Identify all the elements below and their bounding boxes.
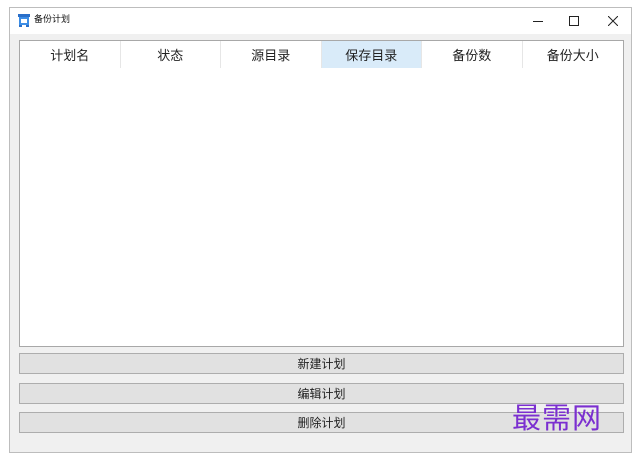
maximize-icon [569,16,579,26]
table-header-row: 计划名 状态 源目录 保存目录 备份数 备份大小 [20,41,623,68]
column-header-source-dir[interactable]: 源目录 [221,41,322,68]
table-body[interactable] [20,68,623,346]
new-plan-button[interactable]: 新建计划 [19,353,624,374]
title-bar[interactable]: 备份计划 [10,8,631,34]
close-icon [608,16,618,26]
window-title: 备份计划 [34,15,71,25]
column-header-save-dir[interactable]: 保存目录 [321,41,422,68]
app-window-icon [18,14,30,27]
close-button[interactable] [593,8,633,34]
maximize-button[interactable] [554,8,594,34]
column-header-backup-size[interactable]: 备份大小 [522,41,623,68]
column-header-backup-count[interactable]: 备份数 [422,41,523,68]
column-header-status[interactable]: 状态 [120,41,221,68]
minimize-button[interactable] [518,8,558,34]
backup-plan-window: 备份计划 计划名 状态 源目录 保存目录 备份数 备份大小 新建计划 编辑计划 … [9,7,632,453]
minimize-icon [533,21,543,22]
backup-plan-table[interactable]: 计划名 状态 源目录 保存目录 备份数 备份大小 [19,40,624,347]
watermark-logo: 最需网 [512,401,603,435]
column-header-plan-name[interactable]: 计划名 [20,41,121,68]
